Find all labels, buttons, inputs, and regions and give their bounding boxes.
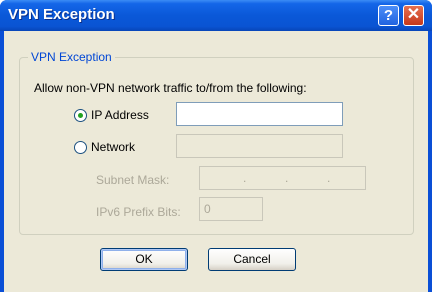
subnet-mask-input: . . . [199,166,366,190]
close-icon: ✕ [406,6,421,23]
ipv6-prefix-label: IPv6 Prefix Bits: [96,205,181,219]
group-label: VPN Exception [28,50,115,64]
window-title: VPN Exception [8,6,115,23]
ok-button[interactable]: OK [100,248,188,271]
subnet-separator: . [327,171,331,185]
title-bar[interactable]: VPN Exception ? ✕ [0,0,432,31]
help-icon: ? [383,7,394,24]
ip-address-radio[interactable] [74,109,87,122]
close-button[interactable]: ✕ [403,5,424,26]
ip-address-label[interactable]: IP Address [91,108,149,122]
ipv6-prefix-input: 0 [199,197,263,221]
subnet-separator: . [243,171,247,185]
radio-selected-dot [78,113,83,118]
subnet-mask-label: Subnet Mask: [96,173,170,187]
dialog-body: VPN Exception Allow non-VPN network traf… [4,31,428,292]
cancel-button[interactable]: Cancel [208,248,296,271]
ip-address-input[interactable] [176,102,343,126]
description-text: Allow non-VPN network traffic to/from th… [34,81,307,95]
help-button[interactable]: ? [378,5,399,26]
network-radio[interactable] [74,141,87,154]
subnet-separator: . [285,171,289,185]
network-label[interactable]: Network [91,140,135,154]
network-input [176,134,343,158]
ipv6-prefix-value: 0 [204,202,211,216]
dialog-window: VPN Exception ? ✕ VPN Exception Allow no… [0,0,432,292]
